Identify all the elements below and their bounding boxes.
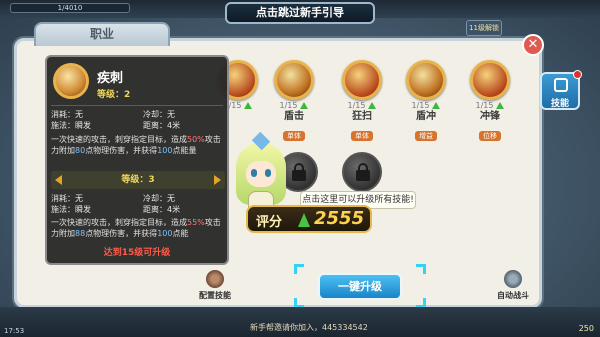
skill-level: 1/15 xyxy=(411,101,430,110)
skill-slot-4[interactable]: 1/15 盾冲 增益 xyxy=(400,60,452,142)
notification-dot xyxy=(573,70,582,79)
tooltip-stats-row: 施法：瞬发 距离：4米 xyxy=(51,204,221,215)
tab-class[interactable]: 职业 xyxy=(34,22,170,46)
cooldown-text: 冷却：无 xyxy=(143,194,175,203)
skill-name: 盾冲 xyxy=(416,111,436,122)
arrow-right-icon xyxy=(214,175,221,185)
skill-slot-5[interactable]: 1/15 冲锋 位移 xyxy=(464,60,516,142)
frame-corner xyxy=(416,264,426,274)
upgrade-requirement: 达到15级可升级 xyxy=(103,248,171,258)
skill-level: 1/15 xyxy=(279,101,298,110)
character-eye xyxy=(265,169,271,177)
range-text: 距离：4米 xyxy=(143,121,181,130)
range-text: 距离：4米 xyxy=(143,205,181,214)
pierce-icon xyxy=(53,63,89,99)
auto-battle-icon xyxy=(504,270,522,288)
auto-battle-button[interactable]: 自动战斗 xyxy=(488,270,538,301)
frame-corner xyxy=(294,264,304,274)
divider xyxy=(51,105,223,106)
skill-name: 冲锋 xyxy=(480,111,500,122)
tab-skills[interactable]: 技能 xyxy=(540,70,582,110)
shield-charge-icon xyxy=(406,60,446,100)
upgrade-arrow-icon xyxy=(300,102,309,109)
cooldown-text: 冷却：无 xyxy=(143,110,175,119)
lock-icon xyxy=(356,163,370,181)
skills-tab-icon xyxy=(554,78,568,92)
shield-bash-icon xyxy=(274,60,314,100)
skill-level: 1/15 xyxy=(475,101,494,110)
score-value: 2555 xyxy=(314,208,365,229)
skip-guide-button[interactable]: 点击跳过新手引导 xyxy=(225,2,375,24)
upgrade-arrow-icon xyxy=(368,102,377,109)
next-level-text: 等级：3 xyxy=(121,175,155,185)
tooltip-next-description: 一次快速的攻击，刺穿指定目标，造成55%攻击力附加88点物理伤害，并获得100点… xyxy=(51,218,221,238)
chat-message[interactable]: 新手帮邀请你加入，445334542 xyxy=(250,323,410,333)
upgrade-arrow-icon xyxy=(432,102,441,109)
configure-skills-button[interactable]: 配置技能 xyxy=(190,270,240,301)
tooltip-skill-name: 疾刺 xyxy=(97,71,124,86)
upgrade-arrow-icon xyxy=(496,102,505,109)
skill-tag: 单体 xyxy=(351,131,373,141)
upgrade-highlight-frame: 一键升级 xyxy=(294,264,426,308)
upgrade-arrow-icon xyxy=(244,102,253,109)
skill-tag: 位移 xyxy=(479,131,501,141)
up-arrow-icon xyxy=(298,213,310,227)
skill-name: 狂扫 xyxy=(352,111,372,122)
sweep-icon xyxy=(342,60,382,100)
tooltip-stats-row: 消耗：无 冷却：无 xyxy=(51,193,221,204)
skill-slot-3[interactable]: 1/15 狂扫 单体 xyxy=(336,60,388,142)
bottom-bar: 17:53 新手帮邀请你加入，445334542 250 xyxy=(0,307,600,337)
currency-count: 250 xyxy=(578,324,594,333)
locked-skill-slot[interactable] xyxy=(342,152,382,192)
configure-skills-label: 配置技能 xyxy=(199,291,231,300)
next-level-bar: 等级：3 xyxy=(51,171,225,189)
tooltip-stats-row: 施法：瞬发 距离：4米 xyxy=(51,120,221,131)
skill-level: 1/15 xyxy=(347,101,366,110)
tooltip-skill-level: 等级：2 xyxy=(97,90,131,100)
cost-text: 消耗：无 xyxy=(51,194,83,203)
lock-icon xyxy=(292,163,306,181)
hp-bar: 1/4010 xyxy=(10,3,130,13)
character-eye xyxy=(251,169,257,177)
clock-text: 17:53 xyxy=(4,327,25,335)
skill-tag: 增益 xyxy=(415,131,437,141)
charge-icon xyxy=(470,60,510,100)
close-button[interactable]: ✕ xyxy=(522,34,544,56)
score-label: 评分 xyxy=(256,215,283,230)
tooltip-stats-row: 消耗：无 冷却：无 xyxy=(51,109,221,120)
unlock-badge: 11级解锁 xyxy=(466,20,502,36)
score-badge: 评分 2555 xyxy=(246,205,372,233)
cost-text: 消耗：无 xyxy=(51,110,83,119)
auto-battle-label: 自动战斗 xyxy=(497,291,529,300)
upgrade-all-button[interactable]: 一键升级 xyxy=(318,273,402,300)
cast-text: 施法：瞬发 xyxy=(51,205,91,214)
skill-slot-2[interactable]: 1/15 盾击 单体 xyxy=(268,60,320,142)
skill-name: 盾击 xyxy=(284,111,304,122)
gear-icon xyxy=(206,270,224,288)
tooltip-header: 疾刺 等级：2 xyxy=(51,61,225,105)
tooltip-description: 一次快速的攻击，刺穿指定目标，造成50%攻击力附加80点物理伤害，并获得100点… xyxy=(51,135,221,155)
arrow-left-icon xyxy=(55,175,62,185)
tab-skills-label: 技能 xyxy=(550,99,569,109)
cast-text: 施法：瞬发 xyxy=(51,121,91,130)
skill-tooltip: 疾刺 等级：2 消耗：无 冷却：无 施法：瞬发 距离：4米 一次快速的攻击，刺穿… xyxy=(45,55,229,265)
